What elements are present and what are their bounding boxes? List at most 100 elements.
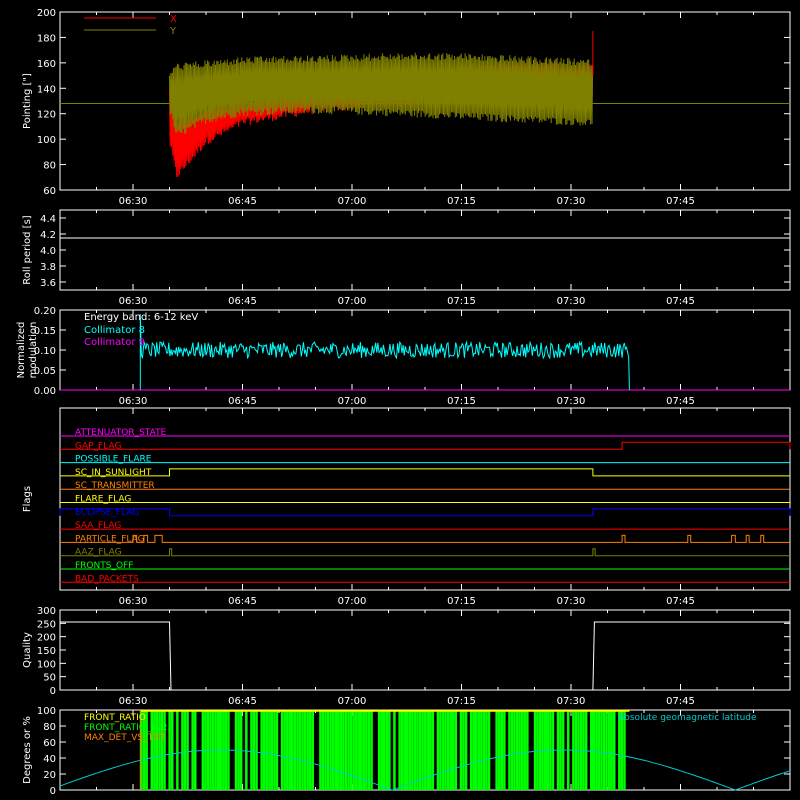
degrees-legend-0: FRONT_RATIO [84, 713, 146, 723]
front-ratio-1225-bar [421, 710, 424, 790]
front-ratio-1225-bar [403, 710, 406, 790]
front-ratio-1225-bar [472, 710, 475, 790]
pointing-xtick-label: 07:00 [338, 196, 367, 207]
pointing-ytick-label: 100 [37, 135, 56, 146]
flags-xtick-label: 07:45 [666, 596, 695, 607]
front-ratio-1225-bar [503, 710, 506, 790]
roll-xtick-label: 06:30 [119, 296, 148, 307]
front-ratio-1225-bar [171, 710, 174, 790]
degrees-ytick-label: 60 [43, 738, 56, 749]
front-ratio-1225-bar [398, 710, 401, 790]
front-ratio-1225-bar [613, 710, 616, 790]
degrees-legend-2: MAX_DET_VS_TOT [84, 733, 166, 743]
degrees-ytick-label: 40 [43, 754, 56, 765]
front-ratio-1225-bar [237, 710, 240, 790]
quality-ytick-label: 250 [37, 619, 56, 630]
front-ratio-1225-bar [411, 710, 414, 790]
front-ratio-1225-bar [385, 710, 389, 790]
front-ratio-1225-bar [418, 710, 422, 790]
front-ratio-1225-bar [508, 710, 511, 790]
front-ratio-1225-bar [301, 710, 304, 790]
front-ratio-1225-bar [326, 710, 330, 790]
front-ratio-1225-bar [597, 710, 601, 790]
roll-xtick-label: 07:15 [447, 296, 476, 307]
front-ratio-1225-bar [579, 710, 583, 790]
front-ratio-1225-bar [518, 710, 521, 790]
flags-xtick-label: 06:45 [228, 596, 257, 607]
front-ratio-1225-bar [160, 710, 164, 790]
front-ratio-1225-bar [150, 710, 153, 790]
modulation-ytick-label: 0.05 [34, 366, 56, 377]
flags-xtick-label: 06:30 [119, 596, 148, 607]
front-ratio-1225-bar [260, 710, 263, 790]
quality-xtick-label: 06:45 [228, 696, 257, 707]
front-ratio-1225-bar [334, 710, 337, 790]
roll-ytick-label: 4.0 [40, 246, 56, 257]
front-ratio-1225-bar [331, 710, 335, 790]
roll-ytick-label: 4.2 [40, 230, 56, 241]
pointing-xtick-label: 07:30 [557, 196, 586, 207]
front-ratio-1225-bar [155, 710, 159, 790]
quality-ytick-label: 100 [37, 659, 56, 670]
modulation-xtick-label: 06:30 [119, 396, 148, 407]
front-ratio-1225-bar [590, 710, 593, 790]
front-ratio-1225-bar [319, 710, 322, 790]
front-ratio-1225-bar [607, 710, 611, 790]
front-ratio-1225-bar [592, 710, 595, 790]
front-ratio-1225-bar [352, 710, 355, 790]
front-ratio-1225-bar [255, 710, 258, 790]
roll-ytick-label: 4.4 [40, 214, 56, 225]
front-ratio-1225-bar [469, 710, 473, 790]
front-ratio-1225-bar [252, 710, 256, 790]
modulation-xtick-label: 07:00 [338, 396, 367, 407]
front-ratio-1225-bar [383, 710, 386, 790]
degrees-legend-1: FRONT_RATIO_1225 [84, 723, 173, 733]
front-ratio-1225-bar [393, 710, 396, 790]
front-ratio-1225-bar [293, 710, 297, 790]
quality-xtick-label: 07:15 [447, 696, 476, 707]
front-ratio-1225-bar [452, 710, 455, 790]
front-ratio-1225-bar [377, 710, 381, 790]
front-ratio-1225-bar [544, 710, 547, 790]
front-ratio-1225-bar [239, 710, 243, 790]
front-ratio-1225-bar [515, 710, 519, 790]
front-ratio-1225-bar [344, 710, 348, 790]
front-ratio-1225-bar [186, 710, 189, 790]
front-ratio-1225-bar [380, 710, 383, 790]
front-ratio-1225-bar [176, 710, 179, 790]
pointing-ylabel: Pointing ["] [22, 73, 33, 129]
roll-xtick-label: 07:30 [557, 296, 586, 307]
front-ratio-1225-bar [584, 710, 588, 790]
front-ratio-1225-bar [270, 710, 274, 790]
modulation-xtick-label: 06:45 [228, 396, 257, 407]
quality-xtick-label: 07:30 [557, 696, 586, 707]
front-ratio-1225-bar [273, 710, 276, 790]
front-ratio-1225-bar [510, 710, 514, 790]
quality-xtick-label: 07:00 [338, 696, 367, 707]
flags-xtick-label: 07:30 [557, 596, 586, 607]
front-ratio-1225-bar [408, 710, 412, 790]
front-ratio-1225-bar [337, 710, 340, 790]
front-ratio-1225-bar [201, 710, 205, 790]
modulation-ytick-label: 0.00 [34, 386, 56, 397]
front-ratio-1225-bar [482, 710, 486, 790]
pointing-xtick-label: 06:45 [228, 196, 257, 207]
front-ratio-1225-bar [306, 710, 309, 790]
front-ratio-1225-bar [523, 710, 527, 790]
modulation-ytick-label: 0.10 [34, 346, 56, 357]
front-ratio-1225-bar [464, 710, 468, 790]
front-ratio-1225-bar [291, 710, 294, 790]
front-ratio-1225-bar [416, 710, 419, 790]
front-ratio-1225-bar [296, 710, 299, 790]
degrees-ytick-label: 20 [43, 770, 56, 781]
front-ratio-1225-bar [406, 710, 409, 790]
front-ratio-1225-bar [283, 710, 286, 790]
front-ratio-1225-bar [280, 710, 284, 790]
front-ratio-1225-bar [339, 710, 343, 790]
front-ratio-1225-bar [462, 710, 465, 790]
pointing-ytick-label: 180 [37, 33, 56, 44]
quality-ytick-label: 50 [43, 673, 56, 684]
front-ratio-1225-bar [275, 710, 279, 790]
roll-xtick-label: 07:45 [666, 296, 695, 307]
front-ratio-1225-bar [194, 710, 197, 790]
